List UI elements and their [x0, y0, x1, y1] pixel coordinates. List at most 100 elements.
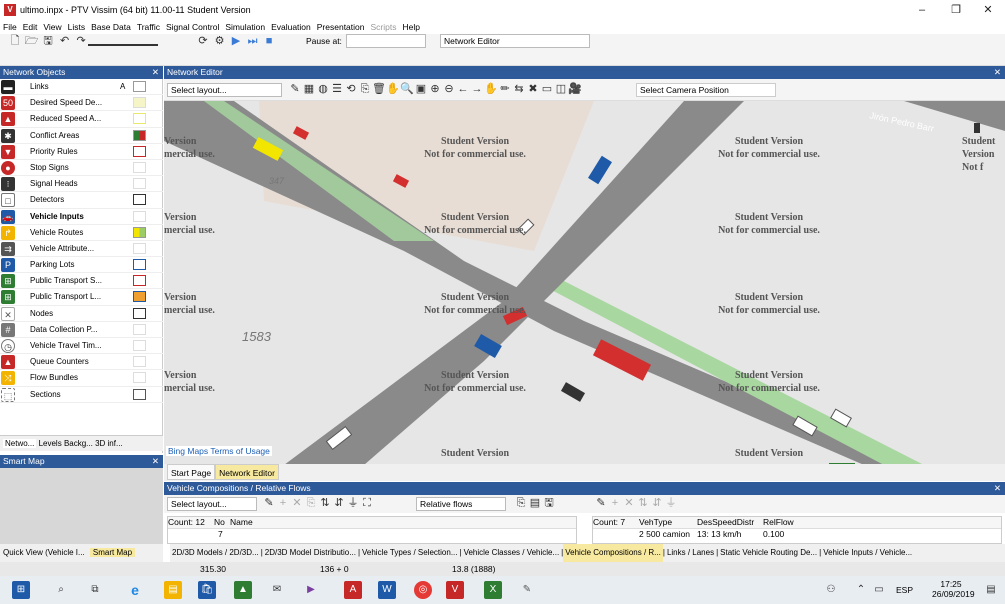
zoom-in-icon[interactable]: ⊕ — [428, 82, 442, 96]
maximize-button[interactable]: ❐ — [944, 3, 968, 17]
panel-close-icon[interactable]: ✕ — [994, 66, 1001, 79]
close-button[interactable]: ✕ — [976, 3, 1000, 17]
back-icon[interactable]: ← — [456, 82, 470, 96]
color-swatch[interactable] — [133, 291, 146, 303]
undo-icon[interactable]: ↶ — [58, 34, 72, 48]
people-icon[interactable]: ⚇ — [822, 581, 840, 599]
color-swatch[interactable] — [133, 145, 146, 157]
layout-select[interactable]: Select layout... — [167, 83, 282, 97]
copy-icon[interactable]: ⎘ — [358, 82, 372, 96]
list-item-detectors[interactable]: □ Detectors — [0, 192, 163, 209]
menu-traffic[interactable]: Traffic — [134, 20, 163, 32]
sort-asc-icon[interactable]: ⇅ — [318, 496, 332, 510]
pan-icon[interactable]: ✋ — [484, 82, 498, 96]
color-swatch[interactable] — [133, 259, 146, 271]
tray-chevron-icon[interactable]: ⌃ — [852, 581, 870, 599]
col-relflow[interactable]: RelFlow — [763, 517, 794, 527]
rotate-icon[interactable]: ⟲ — [344, 82, 358, 96]
edit-layout-icon[interactable]: ✎ — [288, 82, 302, 96]
word-icon[interactable]: W — [378, 581, 396, 599]
reset-icon[interactable]: ⟳ — [196, 34, 210, 48]
add-icon[interactable]: + — [608, 496, 622, 510]
notifications-icon[interactable]: ▤ — [982, 581, 1000, 599]
color-swatch[interactable] — [133, 161, 146, 173]
excel-icon[interactable]: X — [484, 581, 502, 599]
list-item-sections[interactable]: ⬚ Sections — [0, 387, 163, 403]
wrench-icon[interactable]: ✎ — [262, 496, 276, 510]
tab-backgrounds[interactable]: Backg... — [64, 439, 93, 448]
color-swatch[interactable] — [133, 388, 146, 400]
rotate-3d-icon[interactable]: ⇆ — [512, 82, 526, 96]
panel-close-icon[interactable]: ✕ — [152, 455, 159, 468]
list-item-links[interactable]: ▬ Links A — [0, 79, 163, 96]
tab-start-page[interactable]: Start Page — [167, 464, 216, 480]
menu-presentation[interactable]: Presentation — [314, 20, 368, 32]
menu-scripts[interactable]: Scripts — [368, 20, 400, 32]
pick-icon[interactable]: ✖ — [526, 82, 540, 96]
wrench-icon[interactable]: ✎ — [594, 496, 608, 510]
database-icon[interactable]: ▤ — [528, 496, 542, 510]
list-item-travel-times[interactable]: ◷ Vehicle Travel Tim... — [0, 338, 163, 355]
color-swatch[interactable] — [133, 194, 146, 206]
color-swatch[interactable] — [133, 113, 146, 125]
tab-levels[interactable]: Levels — [39, 439, 62, 448]
tab-static-vehicle-routing[interactable]: Static Vehicle Routing De... — [718, 544, 819, 562]
smart-map-view[interactable] — [0, 468, 163, 546]
task-view-icon[interactable]: ⧉ — [86, 581, 104, 599]
bing-maps-terms-link[interactable]: Bing Maps Terms of Usage — [166, 446, 272, 456]
panel-close-icon[interactable]: ✕ — [994, 482, 1001, 495]
network-icon[interactable]: ▭ — [870, 581, 888, 599]
chrome-icon[interactable]: ◎ — [414, 581, 432, 599]
zoom-area-icon[interactable]: 🔍 — [400, 82, 414, 96]
menu-lists[interactable]: Lists — [65, 20, 88, 32]
list-item-vehicle-routes[interactable]: ↱ Vehicle Routes — [0, 225, 163, 241]
tab-vehicle-classes[interactable]: Vehicle Classes / Vehicle... — [462, 544, 562, 562]
list-item-priority-rules[interactable]: ▼ Priority Rules — [0, 144, 163, 160]
vc-layout-select[interactable]: Select layout... — [167, 497, 257, 511]
list-item-pt-stops[interactable]: ⊞ Public Transport S... — [0, 273, 163, 290]
zoom-out-icon[interactable]: ⊖ — [442, 82, 456, 96]
color-swatch[interactable] — [133, 226, 146, 238]
list-item-data-collection[interactable]: # Data Collection P... — [0, 322, 163, 338]
zoom-fit-icon[interactable]: ▣ — [414, 82, 428, 96]
editor-select[interactable]: Network Editor — [440, 34, 590, 48]
photos-icon[interactable]: ▲ — [234, 581, 252, 599]
table-row[interactable]: 7 — [168, 529, 576, 539]
color-swatch[interactable] — [133, 275, 146, 287]
acrobat-icon[interactable]: A — [344, 581, 362, 599]
filter-icon[interactable]: ⏚ — [664, 496, 678, 510]
color-swatch[interactable] — [133, 178, 146, 190]
list-icon[interactable]: ☰ — [330, 82, 344, 96]
color-swatch[interactable] — [133, 210, 146, 222]
pencil-icon[interactable]: ✏ — [498, 82, 512, 96]
list-item-flow-bundles[interactable]: ⤨ Flow Bundles — [0, 370, 163, 387]
relative-flows-select[interactable]: Relative flows — [416, 497, 506, 511]
col-name[interactable]: Name — [230, 517, 253, 527]
camera-position-select[interactable]: Select Camera Position — [636, 83, 776, 97]
sort-desc-icon[interactable]: ⇵ — [650, 496, 664, 510]
delete-icon[interactable]: 🗑 — [372, 82, 386, 96]
new-file-icon[interactable]: 🗋 — [8, 34, 22, 48]
panel-close-icon[interactable]: ✕ — [152, 66, 159, 79]
save-icon[interactable]: 🖫 — [41, 34, 55, 48]
menu-base-data[interactable]: Base Data — [88, 20, 134, 32]
tab-links-lanes[interactable]: Links / Lanes — [665, 544, 716, 562]
app-icon[interactable]: ✎ — [518, 581, 536, 599]
pause-at-input[interactable] — [346, 34, 426, 48]
tab-vehicle-types[interactable]: Vehicle Types / Selection... — [360, 544, 459, 562]
step-icon[interactable]: ⏭ — [246, 34, 260, 48]
sort-asc-icon[interactable]: ⇅ — [636, 496, 650, 510]
windows-start-icon[interactable]: ⊞ — [12, 581, 30, 599]
tab-network-objects[interactable]: Netwo... — [3, 439, 37, 448]
menu-signal-control[interactable]: Signal Control — [163, 20, 222, 32]
table-row[interactable]: 2 500 camion 13: 13 km/h 0.100 — [593, 529, 1001, 539]
list-item-reduced-speed[interactable]: ▲ Reduced Speed A... — [0, 111, 163, 128]
language-indicator[interactable]: ESP — [896, 585, 913, 595]
tab-quick-view[interactable]: Quick View (Vehicle I... — [0, 548, 88, 557]
simulation-speed-slider[interactable] — [88, 38, 158, 46]
hand-pan-icon[interactable]: ✋ — [386, 82, 400, 96]
clock[interactable]: 17:25 26/09/2019 — [932, 579, 975, 599]
tab-2d3d-model-distributions[interactable]: 2D/3D Model Distributio... — [263, 544, 358, 562]
list-item-pt-lines[interactable]: ⊞ Public Transport L... — [0, 289, 163, 306]
add-icon[interactable]: + — [276, 496, 290, 510]
